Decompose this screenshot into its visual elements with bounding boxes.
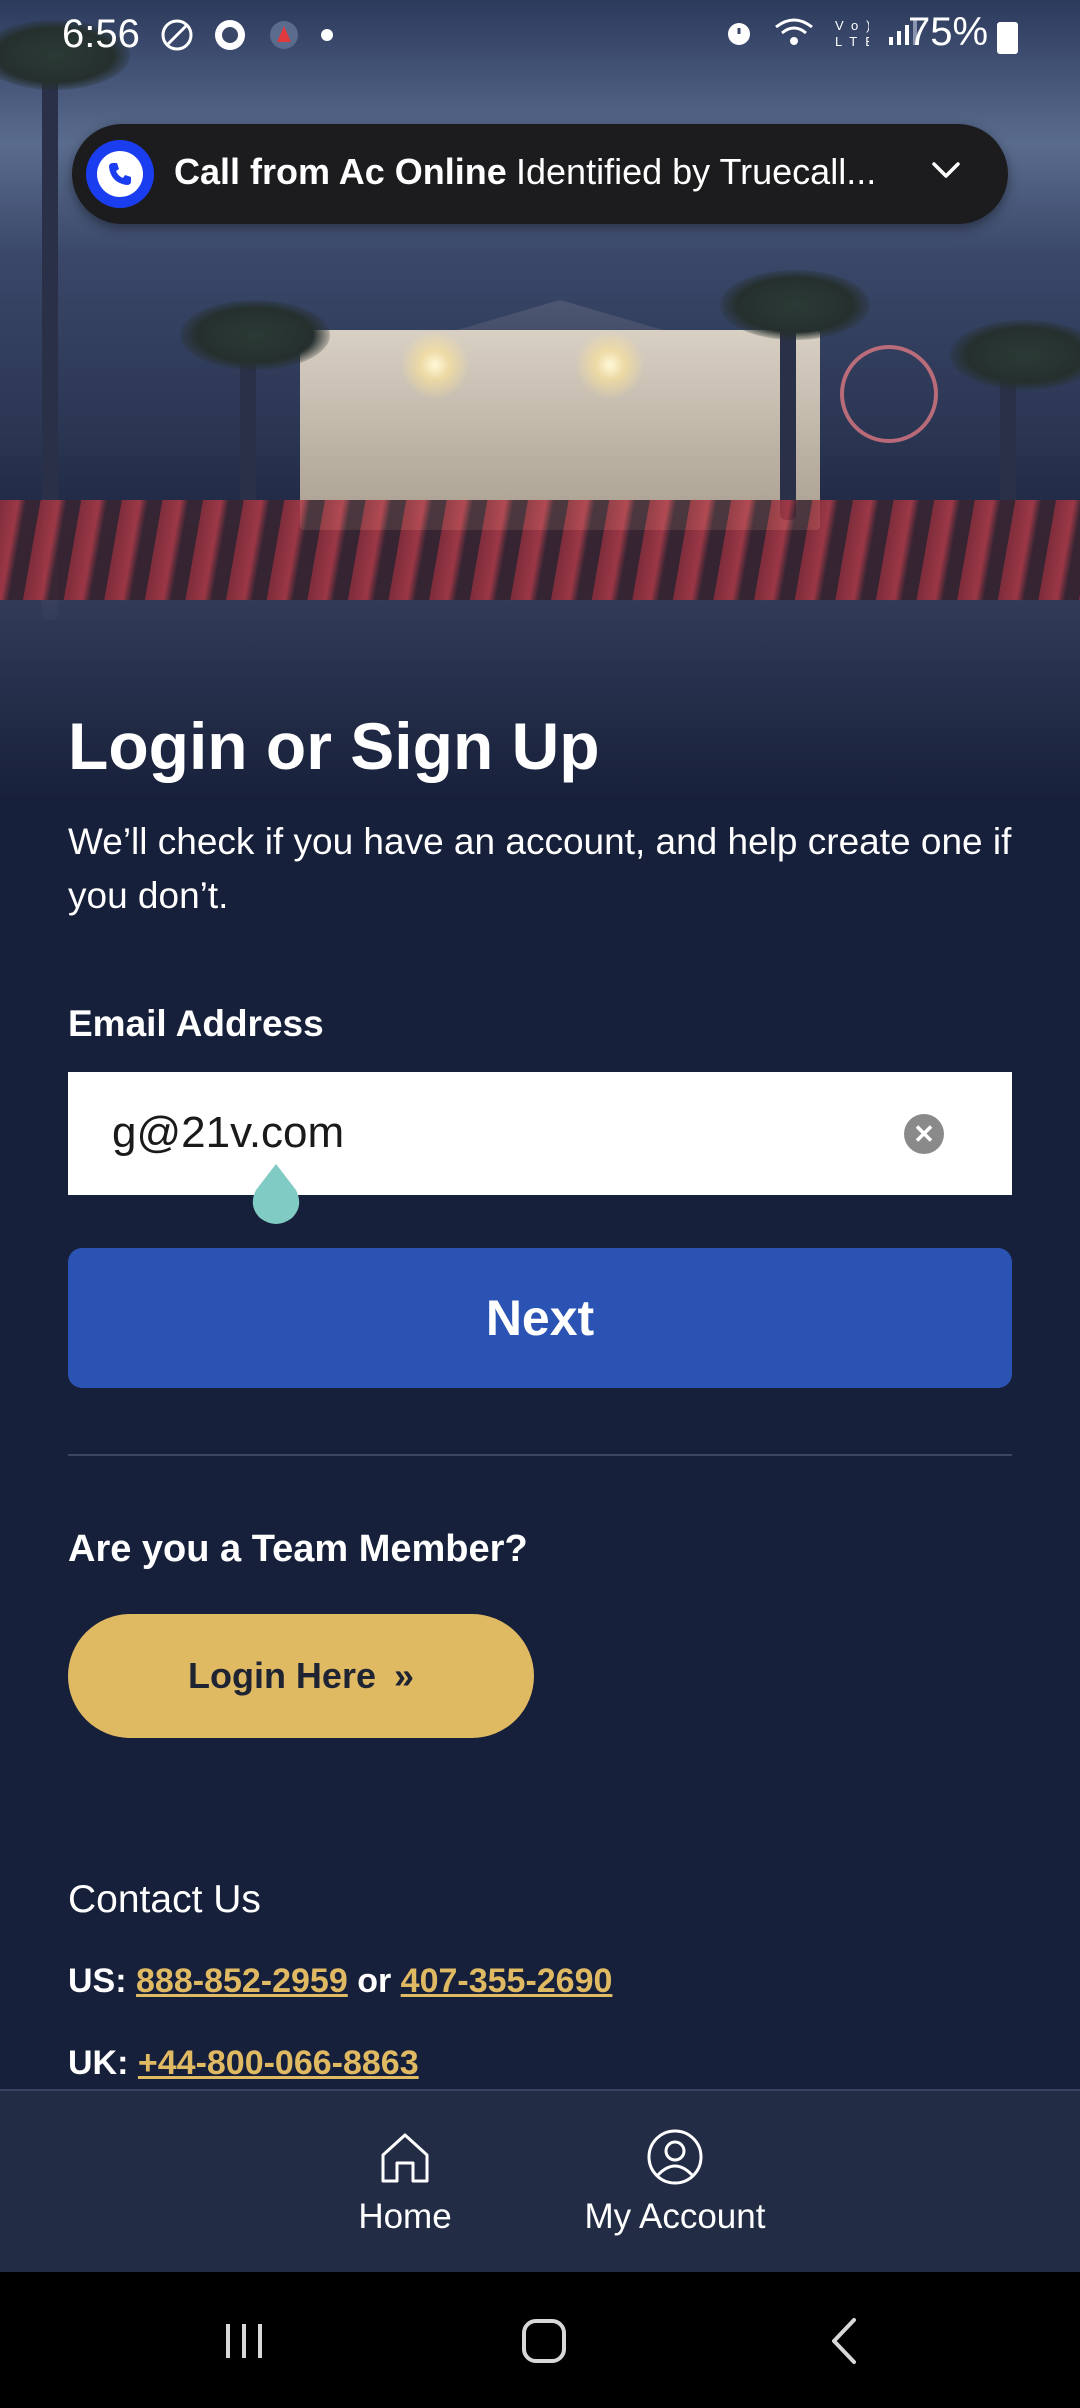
nav-home-label: Home [358, 2197, 452, 2236]
divider [68, 1454, 1012, 1456]
svg-text:Vo)): Vo)) [835, 18, 869, 33]
app-notification-icon [269, 21, 298, 50]
us-label: US: [68, 1962, 127, 2000]
call-title: Call from Ac Online [174, 151, 507, 192]
alarm-icon [728, 23, 750, 46]
palm-leaves [950, 320, 1080, 390]
status-left-icons [160, 14, 334, 53]
battery-icon [997, 22, 1018, 54]
ferris-wheel [840, 345, 938, 443]
wifi-icon [775, 18, 814, 46]
phone-icon [97, 151, 143, 197]
double-chevron-right-icon: » [393, 1655, 415, 1696]
team-login-label: Login Here [187, 1655, 376, 1696]
page-title: Login or Sign Up [68, 709, 600, 783]
truecaller-icon [215, 20, 246, 51]
nav-account-label: My Account [584, 2197, 766, 2236]
contact-us-line: US: 888-852-2959 or 407-355-2690 [68, 1962, 612, 2001]
palm-leaves [180, 300, 330, 370]
team-login-button[interactable]: Login Here » [68, 1614, 534, 1738]
bottom-navigation: Home My Account [0, 2089, 1080, 2273]
home-icon [381, 2133, 429, 2183]
next-button[interactable]: Next [68, 1248, 1012, 1388]
pool-chairs [0, 500, 1080, 600]
status-bar: 6:56 Vo)) LTE [0, 0, 1080, 70]
home-button-icon[interactable] [514, 2316, 574, 2366]
battery-percentage: 75% [908, 10, 989, 54]
email-label: Email Address [68, 1003, 324, 1044]
contact-uk-line: UK: +44-800-066-8863 [68, 2044, 419, 2083]
us-phone-link-2[interactable]: 407-355-2690 [401, 1962, 613, 2000]
nav-my-account[interactable]: My Account [560, 2091, 790, 2273]
uk-phone-link[interactable]: +44-800-066-8863 [138, 2044, 419, 2082]
uk-label: UK: [68, 2044, 129, 2082]
hero-background-image [0, 0, 1080, 800]
status-right-icons: Vo)) LTE [722, 14, 919, 49]
svg-text:LTE: LTE [835, 34, 869, 49]
pavilion-light [400, 330, 470, 400]
email-field-container[interactable]: ✕ [68, 1072, 1012, 1195]
recent-apps-icon[interactable] [214, 2316, 274, 2366]
page-description: We’ll check if you have an account, and … [68, 821, 1012, 916]
status-time: 6:56 [62, 12, 140, 56]
clear-input-icon[interactable]: ✕ [904, 1114, 944, 1154]
contact-heading: Contact Us [68, 1878, 261, 1921]
caller-avatar [86, 140, 154, 208]
back-icon[interactable] [816, 2316, 876, 2366]
notification-dot-icon [321, 29, 334, 42]
email-field[interactable] [112, 1100, 892, 1166]
system-navigation-bar [0, 2272, 1080, 2408]
us-phone-link-1[interactable]: 888-852-2959 [136, 1962, 348, 2000]
team-member-heading: Are you a Team Member? [68, 1528, 528, 1570]
account-icon [647, 2129, 703, 2185]
pavilion-light [575, 330, 645, 400]
volte-icon: Vo)) LTE [835, 18, 883, 49]
call-notification[interactable]: Call from Ac Online Identified by Trueca… [72, 124, 1008, 224]
text-cursor-handle-icon[interactable] [248, 1160, 304, 1230]
or-text: or [357, 1962, 392, 2000]
palm-leaves [720, 270, 870, 340]
nav-home[interactable]: Home [330, 2091, 480, 2273]
chevron-down-icon[interactable] [926, 150, 966, 190]
do-not-disturb-icon [161, 19, 193, 51]
call-subtitle: Identified by Truecall... [516, 151, 877, 192]
